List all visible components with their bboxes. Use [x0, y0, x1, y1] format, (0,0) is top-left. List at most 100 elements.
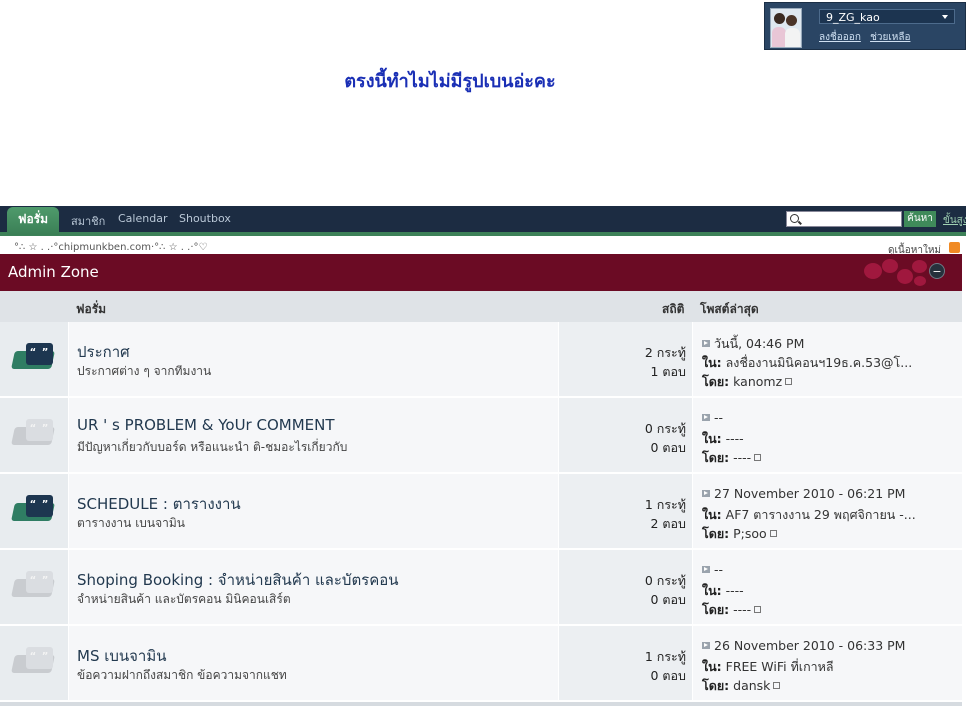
forum-stats-cell: 1 กระทู้ 2 ตอบ [559, 474, 692, 548]
forum-description: ข้อความฝากถึงสมาชิก ข้อความจากแชท [77, 668, 287, 682]
forum-title-link[interactable]: Shoping Booking : จำหน่ายสินค้า และบัตรค… [77, 568, 399, 592]
in-label: ใน: [702, 583, 722, 598]
search-button[interactable]: ค้นหา [904, 211, 936, 227]
forum-status-icon[interactable]: “ ” [11, 571, 55, 599]
by-label: โดย: [702, 374, 730, 389]
tab-forums[interactable]: ฟอรั่ม [7, 207, 59, 235]
collapse-button[interactable]: − [929, 263, 945, 279]
in-label: ใน: [702, 507, 722, 522]
view-new-content-link[interactable]: ดูเนื้อหาใหม่ [888, 243, 941, 254]
last-post-date[interactable]: วันนี้, 04:46 PM [702, 334, 804, 354]
last-post-topic: ใน: ---- [702, 429, 744, 449]
forum-status-icon[interactable]: “ ” [11, 495, 55, 523]
forum-title-link[interactable]: ประกาศ [77, 340, 130, 364]
main-navbar: ฟอรั่ม สมาชิก Calendar Shoutbox ค้นหา ขั… [0, 206, 966, 236]
decoration-dot-icon [864, 263, 882, 279]
forum-status-icon[interactable]: “ ” [11, 647, 55, 675]
profile-card-icon[interactable] [754, 606, 762, 613]
forum-title-link[interactable]: MS เบนจามิน [77, 644, 167, 668]
thread-count: 1 กระทู้ [644, 649, 686, 664]
forum-title-link[interactable]: UR ' s PROBLEM & YoUr COMMENT [77, 416, 335, 434]
forum-description: ประกาศต่าง ๆ จากทีมงาน [77, 364, 212, 378]
reply-count: 0 ตอบ [650, 440, 687, 455]
search-input[interactable] [786, 211, 902, 227]
last-post-date[interactable]: -- [702, 562, 723, 577]
last-post-author-link[interactable]: ---- [733, 602, 751, 617]
profile-card-icon[interactable] [773, 682, 781, 689]
tab-calendar[interactable]: Calendar [118, 212, 167, 225]
breadcrumb[interactable]: °∴ ☆ . .·°chipmunkben.com·°∴ ☆ . .·°♡ [14, 242, 208, 253]
forum-status-icon[interactable]: “ ” [11, 343, 55, 371]
forum-status-cell: “ ” [0, 550, 68, 624]
forum-row: “ ” UR ' s PROBLEM & YoUr COMMENT มีปัญห… [0, 398, 962, 474]
last-post-author-link[interactable]: ---- [733, 450, 751, 465]
thread-count: 0 กระทู้ [644, 573, 686, 588]
last-post-arrow-icon[interactable] [702, 414, 710, 421]
forum-info-cell: MS เบนจามิน ข้อความฝากถึงสมาชิก ข้อความจ… [69, 626, 558, 700]
forum-info-cell: SCHEDULE : ตารางงาน ตารางงาน เบนจามิน [69, 474, 558, 548]
last-post-topic: ใน: FREE WiFi ที่เกาหลี [702, 657, 834, 677]
last-post-author-link[interactable]: dansk [733, 678, 770, 693]
profile-card-icon[interactable] [754, 454, 762, 461]
reply-count: 0 ตอบ [650, 592, 687, 607]
last-post-arrow-icon[interactable] [702, 340, 710, 347]
decoration-dot-icon [912, 260, 927, 273]
by-label: โดย: [702, 678, 730, 693]
last-post-date[interactable]: 27 November 2010 - 06:21 PM [702, 486, 905, 501]
thread-count: 1 กระทู้ [644, 497, 686, 512]
last-post-author: โดย: dansk [702, 676, 781, 696]
rss-icon[interactable] [949, 242, 960, 253]
thread-count: 2 กระทู้ [644, 345, 686, 360]
reply-count: 2 ตอบ [650, 516, 687, 531]
in-label: ใน: [702, 659, 722, 674]
forum-title-link[interactable]: SCHEDULE : ตารางงาน [77, 492, 241, 516]
last-post-cell: 26 November 2010 - 06:33 PM ใน: FREE WiF… [693, 626, 962, 700]
last-post-author-link[interactable]: P;soo [733, 526, 767, 541]
last-post-arrow-icon[interactable] [702, 566, 710, 573]
category-title[interactable]: Admin Zone [8, 263, 99, 281]
help-link[interactable]: ช่วยเหลือ [870, 32, 910, 43]
by-label: โดย: [702, 526, 730, 541]
last-post-topic: ใน: ลงชื่องานมินิคอนฯ19ธ.ค.53@โ... [702, 353, 912, 373]
last-post-author: โดย: ---- [702, 600, 762, 620]
forum-status-icon[interactable]: “ ” [11, 419, 55, 447]
forum-status-cell: “ ” [0, 322, 68, 396]
last-post-topic-link[interactable]: ลงชื่องานมินิคอนฯ19ธ.ค.53@โ... [726, 355, 913, 370]
by-label: โดย: [702, 602, 730, 617]
profile-card-icon[interactable] [769, 530, 777, 537]
last-post-topic: ใน: ---- [702, 581, 744, 601]
forum-stats-cell: 1 กระทู้ 0 ตอบ [559, 626, 692, 700]
forum-stats-cell: 0 กระทู้ 0 ตอบ [559, 550, 692, 624]
last-post-topic-link[interactable]: AF7 ตารางงาน 29 พฤศจิกายน -... [726, 507, 916, 522]
last-post-arrow-icon[interactable] [702, 642, 710, 649]
last-post-author: โดย: P;soo [702, 524, 777, 544]
last-post-date[interactable]: 26 November 2010 - 06:33 PM [702, 638, 905, 653]
column-last-post: โพสต์ล่าสุด [700, 302, 759, 316]
last-post-date[interactable]: -- [702, 410, 723, 425]
user-avatar[interactable] [770, 8, 802, 48]
tab-shoutbox[interactable]: Shoutbox [179, 212, 231, 225]
in-label: ใน: [702, 355, 722, 370]
last-post-topic-link[interactable]: ---- [726, 583, 744, 598]
last-post-arrow-icon[interactable] [702, 490, 710, 497]
category-header: Admin Zone − [0, 254, 962, 291]
forum-row: “ ” SCHEDULE : ตารางงาน ตารางงาน เบนจามิ… [0, 474, 962, 550]
forum-stats-cell: 0 กระทู้ 0 ตอบ [559, 398, 692, 472]
last-post-topic-link[interactable]: FREE WiFi ที่เกาหลี [726, 659, 834, 674]
forum-status-cell: “ ” [0, 626, 68, 700]
profile-card-icon[interactable] [785, 378, 793, 385]
last-post-topic-link[interactable]: ---- [726, 431, 744, 446]
reply-count: 0 ตอบ [650, 668, 687, 683]
forum-info-cell: ประกาศ ประกาศต่าง ๆ จากทีมงาน [69, 322, 558, 396]
forum-row: “ ” MS เบนจามิน ข้อความฝากถึงสมาชิก ข้อค… [0, 626, 962, 702]
last-post-topic: ใน: AF7 ตารางงาน 29 พฤศจิกายน -... [702, 505, 916, 525]
user-menu-dropdown[interactable]: 9_ZG_kao [819, 9, 955, 24]
tab-members[interactable]: สมาชิก [71, 212, 105, 230]
advanced-search-link[interactable]: ขั้นสูง [943, 213, 966, 228]
forum-row: “ ” Shoping Booking : จำหน่ายสินค้า และบ… [0, 550, 962, 626]
column-forum: ฟอรั่ม [76, 302, 107, 316]
logout-link[interactable]: ลงชื่อออก [819, 32, 861, 43]
last-post-author-link[interactable]: kanomz [733, 374, 782, 389]
table-footer-bar [0, 702, 962, 706]
last-post-cell: วันนี้, 04:46 PM ใน: ลงชื่องานมินิคอนฯ19… [693, 322, 962, 396]
